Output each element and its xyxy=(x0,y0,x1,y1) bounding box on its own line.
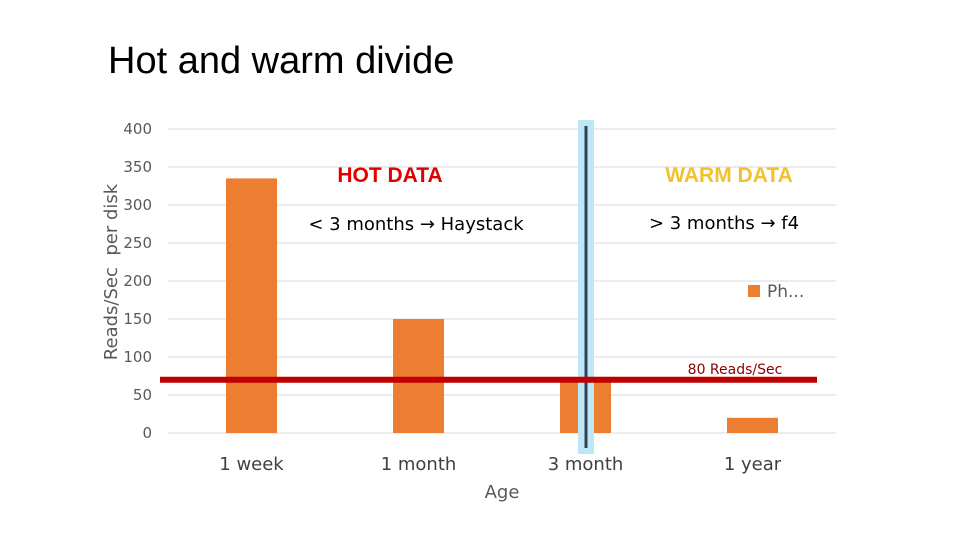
x-tick-label: 1 week xyxy=(219,454,284,475)
y-axis-title: Reads/Sec per disk xyxy=(101,183,122,360)
threshold-label: 80 Reads/Sec xyxy=(688,362,783,378)
x-tick-label: 1 month xyxy=(381,454,457,475)
y-tick-label: 200 xyxy=(123,272,152,290)
y-tick-label: 100 xyxy=(123,348,152,366)
y-tick-label: 50 xyxy=(133,386,152,404)
x-tick-label: 1 year xyxy=(724,454,782,475)
x-axis-labels: 1 week 1 month 3 month 1 year xyxy=(219,454,781,475)
warm-data-note: > 3 months → f4 xyxy=(649,213,799,234)
bar xyxy=(226,178,277,433)
y-tick-label: 300 xyxy=(123,196,152,214)
hot-data-note: < 3 months → Haystack xyxy=(308,214,524,235)
y-tick-label: 350 xyxy=(123,158,152,176)
y-tick-label: 250 xyxy=(123,234,152,252)
y-tick-label: 400 xyxy=(123,120,152,138)
y-tick-label: 150 xyxy=(123,310,152,328)
y-tick-label: 0 xyxy=(142,424,152,442)
legend-swatch xyxy=(748,285,760,297)
bar xyxy=(393,319,444,433)
hot-data-annotation: HOT DATA xyxy=(337,164,442,187)
bar xyxy=(727,417,778,433)
y-axis-ticks: 0 50 100 150 200 250 300 350 400 xyxy=(123,120,152,442)
x-tick-label: 3 month xyxy=(548,454,624,475)
legend-label: Ph... xyxy=(767,282,804,302)
warm-data-annotation: WARM DATA xyxy=(665,164,793,187)
bar-chart: 0 50 100 150 200 250 300 350 400 1 week 1 month 3 … xyxy=(101,120,836,503)
x-axis-title: Age xyxy=(485,482,520,503)
